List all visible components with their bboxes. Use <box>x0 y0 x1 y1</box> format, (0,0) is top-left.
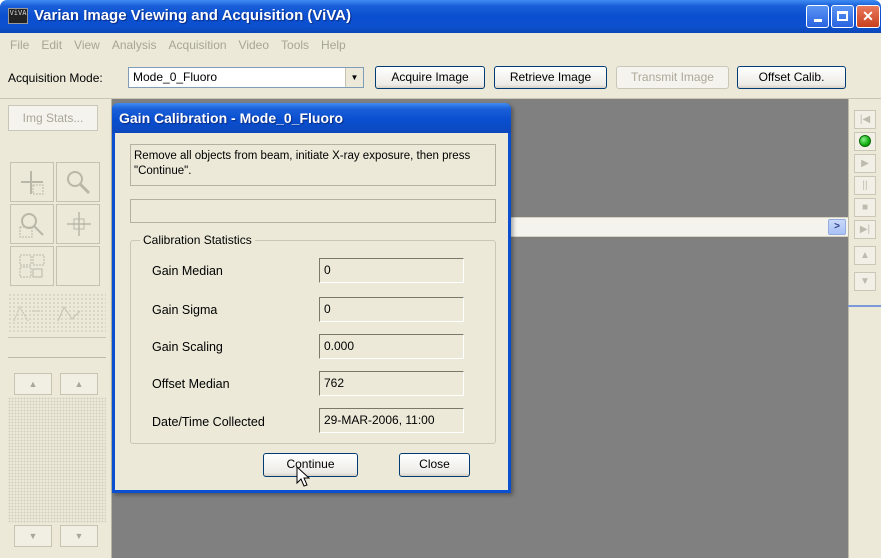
up-arrow-icon[interactable]: ▲ <box>60 373 98 395</box>
acquisition-mode-label: Acquisition Mode: <box>8 71 103 85</box>
zoom-tool[interactable] <box>56 162 100 202</box>
scroll-right-icon[interactable]: > <box>828 219 846 235</box>
acquisition-mode-select[interactable]: Mode_0_Fluoro ▼ <box>128 67 364 88</box>
down-arrow-icon[interactable]: ▼ <box>14 525 52 547</box>
menu-video[interactable]: Video <box>233 38 275 52</box>
thumbnail-area <box>8 397 106 523</box>
left-tool-panel: Img Stats... ▲ ▲ ▼ ▼ <box>0 99 112 558</box>
pause-icon[interactable]: || <box>854 176 876 195</box>
app-icon: ViVA <box>8 8 28 24</box>
profile-icon <box>13 305 81 322</box>
calibration-progress-bar <box>130 199 496 223</box>
calibration-statistics-title: Calibration Statistics <box>140 233 255 247</box>
last-frame-icon[interactable]: ▶| <box>854 220 876 239</box>
window-titlebar[interactable]: ViVA Varian Image Viewing and Acquisitio… <box>0 0 881 33</box>
minimize-icon <box>813 19 822 22</box>
window-title: Varian Image Viewing and Acquisition (Vi… <box>34 7 352 24</box>
offset-median-value: 762 <box>319 371 464 396</box>
date-time-collected-label: Date/Time Collected <box>152 415 265 429</box>
menu-file[interactable]: File <box>4 38 35 52</box>
zoom-icon <box>67 171 91 195</box>
grid-select-tool[interactable] <box>10 246 54 286</box>
menu-help[interactable]: Help <box>315 38 352 52</box>
roi-select-icon <box>21 171 44 195</box>
menu-edit[interactable]: Edit <box>35 38 68 52</box>
acquire-image-button[interactable]: Acquire Image <box>375 66 485 89</box>
playback-panel: |◀ ▶ || ■ ▶| ▲ ▼ <box>848 99 881 558</box>
retrieve-image-button[interactable]: Retrieve Image <box>494 66 607 89</box>
divider <box>8 357 106 358</box>
gain-median-value: 0 <box>319 258 464 283</box>
play-icon[interactable]: ▶ <box>854 154 876 173</box>
stop-icon[interactable]: ■ <box>854 198 876 217</box>
transmit-image-button[interactable]: Transmit Image <box>616 66 729 89</box>
dialog-titlebar[interactable]: Gain Calibration - Mode_0_Fluoro <box>112 103 511 133</box>
gain-median-label: Gain Median <box>152 264 223 278</box>
live-led-icon <box>859 135 871 147</box>
date-time-collected-value: 29-MAR-2006, 11:00 <box>319 408 464 433</box>
menu-tools[interactable]: Tools <box>275 38 315 52</box>
down-arrow-icon[interactable]: ▼ <box>854 272 876 291</box>
offset-calib-button[interactable]: Offset Calib. <box>737 66 846 89</box>
menu-view[interactable]: View <box>68 38 106 52</box>
close-icon: ✕ <box>862 8 874 24</box>
empty-tool-slot <box>56 246 100 286</box>
profile-tools-area <box>8 293 106 333</box>
acquisition-mode-value: Mode_0_Fluoro <box>133 70 218 84</box>
offset-median-label: Offset Median <box>152 377 230 391</box>
down-arrow-icon[interactable]: ▼ <box>60 525 98 547</box>
zoom-region-tool[interactable] <box>10 204 54 244</box>
pan-tool[interactable] <box>56 204 100 244</box>
zoom-region-icon <box>19 213 44 238</box>
grid-select-icon <box>19 254 45 278</box>
roi-select-tool[interactable] <box>10 162 54 202</box>
menu-acquisition[interactable]: Acquisition <box>163 38 233 52</box>
menu-analysis[interactable]: Analysis <box>106 38 163 52</box>
maximize-icon <box>837 11 848 21</box>
divider <box>8 337 106 338</box>
gain-calibration-dialog: Gain Calibration - Mode_0_Fluoro Remove … <box>112 103 511 493</box>
close-window-button[interactable]: ✕ <box>856 5 880 28</box>
continue-button[interactable]: Continue <box>263 453 358 477</box>
menu-bar: File Edit View Analysis Acquisition Vide… <box>0 33 881 57</box>
up-arrow-icon[interactable]: ▲ <box>854 246 876 265</box>
instruction-text: Remove all objects from beam, initiate X… <box>130 144 496 186</box>
up-arrow-icon[interactable]: ▲ <box>14 373 52 395</box>
gain-scaling-label: Gain Scaling <box>152 340 223 354</box>
dropdown-arrow-icon[interactable]: ▼ <box>345 68 363 87</box>
gain-sigma-value: 0 <box>319 297 464 322</box>
horizontal-scrollbar[interactable]: > <box>508 217 848 237</box>
live-button[interactable] <box>854 132 876 151</box>
pan-icon <box>67 212 91 236</box>
dialog-title: Gain Calibration - Mode_0_Fluoro <box>119 110 344 126</box>
toolbar: Acquisition Mode: Mode_0_Fluoro ▼ Acquir… <box>0 57 881 99</box>
mouse-cursor-icon <box>296 466 310 487</box>
close-dialog-button[interactable]: Close <box>399 453 470 477</box>
gain-scaling-value: 0.000 <box>319 334 464 359</box>
img-stats-button[interactable]: Img Stats... <box>8 105 98 131</box>
maximize-button[interactable] <box>831 5 854 28</box>
gain-sigma-label: Gain Sigma <box>152 303 218 317</box>
first-frame-icon[interactable]: |◀ <box>854 110 876 129</box>
minimize-button[interactable] <box>806 5 829 28</box>
calibration-statistics-group: Calibration Statistics Gain Median 0 Gai… <box>130 233 496 444</box>
divider <box>848 305 881 307</box>
